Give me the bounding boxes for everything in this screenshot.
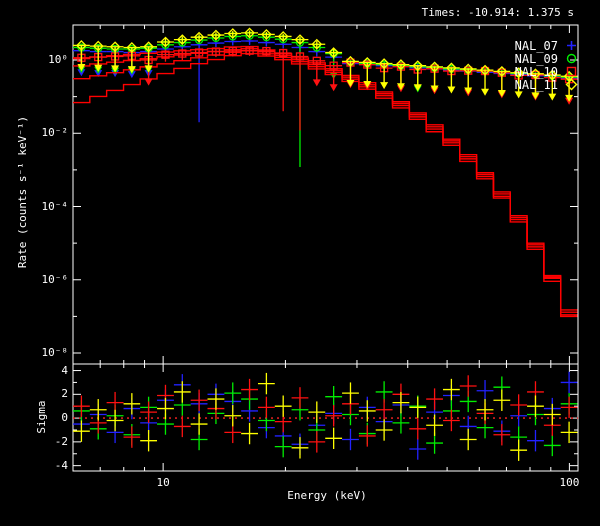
legend-plus-marker-icon [565,39,578,52]
legend-circle-marker-icon [565,52,578,65]
x-axis-label: Energy (keV) [247,490,407,502]
legend-diamond-marker-icon [565,78,578,91]
upper-limit-arrow [346,80,354,87]
main-y-tick-label: 10⁻⁶ [34,274,68,286]
legend-item-nal07: NAL_07 [515,39,578,52]
sigma-y-tick-label: 0 [34,412,68,424]
upper-limit-arrow [145,79,153,86]
legend-item-nal09: NAL_09 [515,52,578,65]
upper-limit-arrow [481,89,489,96]
upper-limit-arrow [515,91,523,98]
legend-square-marker-icon [565,65,578,78]
legend-label-nal10: NAL_10 [515,65,558,79]
upper-limit-arrow [531,92,539,99]
x-tick-label: 100 [549,477,589,489]
main-y-tick-label: 10⁻⁸ [34,347,68,359]
main-y-tick-label: 10⁻⁴ [34,201,68,213]
main-y-tick-label: 10⁰ [34,54,68,66]
legend-item-nal11: NAL_11 [515,78,578,91]
x-tick-label: 10 [143,477,183,489]
sigma-y-tick-label: 4 [34,365,68,377]
legend-label-nal11: NAL_11 [515,78,558,92]
upper-limit-arrow [380,82,388,89]
upper-limit-arrow [414,84,422,91]
spectrum-plot-canvas [0,0,600,526]
detector-legend: NAL_07 NAL_09 NAL_10 NAL_11 [515,39,578,91]
upper-limit-arrow [330,84,338,91]
upper-limit-arrow [447,86,455,93]
main-y-axis-label: Rate (counts s⁻¹ keV⁻¹) [17,107,29,277]
upper-limit-arrow [313,79,321,86]
sigma-y-tick-label: -4 [34,460,68,472]
main-y-tick-label: 10⁻² [34,127,68,139]
spectral-fit-window: Times: -10.914: 1.375 s Rate (counts s⁻¹… [0,0,600,526]
legend-label-nal07: NAL_07 [515,39,558,53]
legend-item-nal10: NAL_10 [515,65,578,78]
upper-limit-arrow [498,90,506,97]
sigma-y-tick-label: 2 [34,388,68,400]
upper-limit-arrow [548,94,556,101]
time-interval-title: Times: -10.914: 1.375 s [422,7,574,19]
legend-label-nal09: NAL_09 [515,52,558,66]
sigma-y-tick-label: -2 [34,436,68,448]
